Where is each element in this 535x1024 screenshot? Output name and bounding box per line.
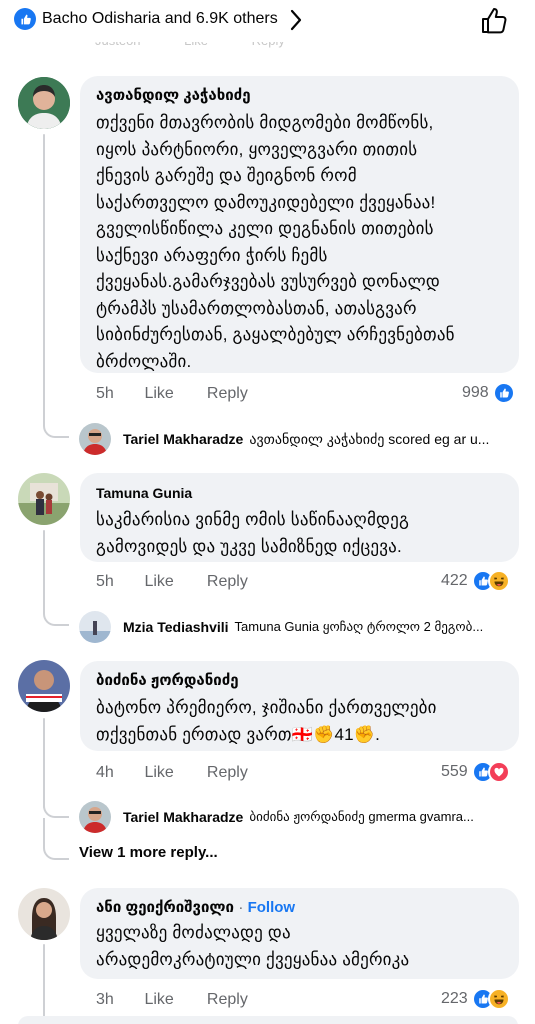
avatar-image <box>18 473 70 525</box>
haha-reaction-icon <box>487 570 510 592</box>
reply-author[interactable]: Mzia Tediashvili <box>123 619 229 635</box>
reply-preview[interactable]: Tariel Makharadze ავთანდილ კაჭახიძე scor… <box>79 422 519 456</box>
comment-line: ტრამპს უსამართლობასთან, ათასგვარ <box>96 298 417 318</box>
comment-line: საქნევი არაფერი ჭირს ჩემს <box>96 245 328 265</box>
comment-line: იყოს პარტნიორი, ყოველგვარი თითის <box>96 139 418 159</box>
avatar <box>79 801 111 833</box>
comment-author[interactable]: ბიძინა ჟორდანიძე <box>96 671 503 691</box>
like-link[interactable]: Like <box>144 385 202 403</box>
avatar[interactable] <box>18 888 70 940</box>
reaction-number: 422 <box>441 572 468 589</box>
comment-line: სიბინძურესთან, გაყალბებულ არჩევნებთან <box>96 325 455 344</box>
comment-line: თქვენთან ერთად ვართ🇬🇪✊41✊. <box>96 724 381 744</box>
reaction-number: 998 <box>462 384 489 401</box>
comment-bubble: ანი ფეიქრიშვილი · Follow ყველაზე მოძალად… <box>80 888 519 979</box>
comment-author[interactable]: ანი ფეიქრიშვილი <box>96 899 234 916</box>
reply-link[interactable]: Reply <box>207 764 248 782</box>
like-button-icon[interactable] <box>478 5 510 37</box>
avatar-image <box>18 888 70 940</box>
chevron-right-icon[interactable] <box>286 6 306 34</box>
comment-header: ანი ფეიქრიშვილი · Follow <box>96 899 296 916</box>
avatar-image <box>18 77 70 129</box>
reaction-number: 223 <box>441 990 468 1007</box>
thread-connector <box>43 796 69 818</box>
reply-text: ბიძინა ჟორდანიძე gmerma gvamra... <box>249 809 474 824</box>
reply-link[interactable]: Reply <box>207 573 248 591</box>
comment-time[interactable]: 5h <box>96 573 140 591</box>
comment-line: ქნევის გარეშე და შეიგნონ რომ <box>96 166 357 185</box>
reaction-summary-bar: Bacho Odisharia and 6.9K others <box>0 0 535 42</box>
reactors-summary-link[interactable]: Bacho Odisharia and 6.9K others <box>42 10 278 28</box>
reaction-count[interactable]: 422 <box>441 570 510 592</box>
love-reaction-icon <box>487 761 510 783</box>
thread-line <box>43 944 45 1024</box>
comment-time[interactable]: 4h <box>96 764 140 782</box>
reply-author[interactable]: Tariel Makharadze <box>123 809 243 825</box>
comment-line: არადემოკრატიული ქვეყანაა ამერიკა <box>96 949 410 969</box>
comment-line: ქვეყანას.გამარჯვებას ვუსურვებ დონალდ <box>96 272 441 291</box>
thread-line <box>43 718 45 808</box>
comment-bubble: ბიძინა ჟორდანიძე ბატონო პრემიერო, ჯიშიან… <box>80 661 519 751</box>
avatar <box>79 423 111 455</box>
reply-text: ავთანდილ კაჭახიძე scored eg ar u... <box>249 430 490 447</box>
reply-preview[interactable]: Tariel Makharadze ბიძინა ჟორდანიძე gmerm… <box>79 800 519 834</box>
avatar[interactable] <box>18 473 70 525</box>
reaction-count[interactable]: 559 <box>441 761 510 783</box>
like-link[interactable]: Like <box>144 991 202 1009</box>
comment-bubble: Tamuna Gunia საკმარისია ვინმე ომის საწინ… <box>80 473 519 562</box>
comment-line: საკმარისია ვინმე ომის საწინააღმდეგ <box>96 510 410 529</box>
reaction-number: 559 <box>441 763 468 780</box>
comment-text: ყველაზე მოძალადე და არადემოკრატიული ქვეყ… <box>96 920 503 973</box>
reply-preview[interactable]: Mzia Tediashvili Tamuna Gunia ყოჩაღ ტროლ… <box>79 610 524 644</box>
comment-author[interactable]: ავთანდილ კაჭახიძე <box>96 86 503 106</box>
comment-line: საქართველო დამოუკიდებელი ქვეყანაა! <box>96 192 436 212</box>
comment-actions: 3h Like Reply <box>96 991 248 1009</box>
avatar[interactable] <box>18 77 70 129</box>
previous-comment-actions: Justeon Like Reply <box>95 40 395 54</box>
comment-author[interactable]: Tamuna Gunia <box>96 483 503 503</box>
comment-line: ბრძოლაში. <box>96 351 192 371</box>
thread-connector <box>43 598 69 626</box>
thread-connector <box>43 818 69 860</box>
next-comment-bubble <box>18 1016 518 1024</box>
comment-text: ბატონო პრემიერო, ჯიშიანი ქართველები თქვე… <box>96 695 503 748</box>
comment-time[interactable]: 5h <box>96 385 140 403</box>
reply-text: Tamuna Gunia ყოჩაღ ტროლო 2 მეგობ... <box>234 619 484 634</box>
like-link[interactable]: Like <box>144 764 202 782</box>
haha-reaction-icon <box>487 988 510 1010</box>
like-reaction-icon <box>492 382 515 404</box>
comment-line: თქვენი მთავრობის მიდგომები მომწონს, <box>96 113 434 132</box>
reaction-count[interactable]: 223 <box>441 988 510 1010</box>
reaction-count[interactable]: 998 <box>462 382 515 404</box>
comment-bubble: ავთანდილ კაჭახიძე თქვენი მთავრობის მიდგო… <box>80 76 519 373</box>
avatar[interactable] <box>18 660 70 712</box>
comment-line: გველისწიწილა კელი დეგნანის თითების <box>96 219 434 238</box>
avatar-image <box>18 660 70 712</box>
comment-actions: 5h Like Reply <box>96 573 248 591</box>
comment-line: ყველაზე მოძალადე და <box>96 923 291 942</box>
comment-actions: 5h Like Reply <box>96 385 248 403</box>
reply-author[interactable]: Tariel Makharadze <box>123 431 243 447</box>
like-link[interactable]: Like <box>144 573 202 591</box>
follow-button[interactable]: Follow <box>248 899 296 916</box>
comment-actions: 4h Like Reply <box>96 764 248 782</box>
thread-line <box>43 134 45 422</box>
comment-line: ბატონო პრემიერო, ჯიშიანი ქართველები <box>96 698 437 717</box>
like-reaction-icon <box>14 8 36 30</box>
view-more-replies-link[interactable]: View 1 more reply... <box>79 844 218 861</box>
reply-link[interactable]: Reply <box>207 991 248 1009</box>
comment-time[interactable]: 3h <box>96 991 140 1009</box>
thread-connector <box>43 410 69 438</box>
reply-link[interactable]: Reply <box>207 385 248 403</box>
comment-text: თქვენი მთავრობის მიდგომები მომწონს, იყოს… <box>96 110 503 375</box>
avatar <box>79 611 111 643</box>
comment-line: გამოვიდეს და უკვე სამიზნედ იქცევა. <box>96 536 402 556</box>
comment-text: საკმარისია ვინმე ომის საწინააღმდეგ გამოვ… <box>96 507 503 560</box>
